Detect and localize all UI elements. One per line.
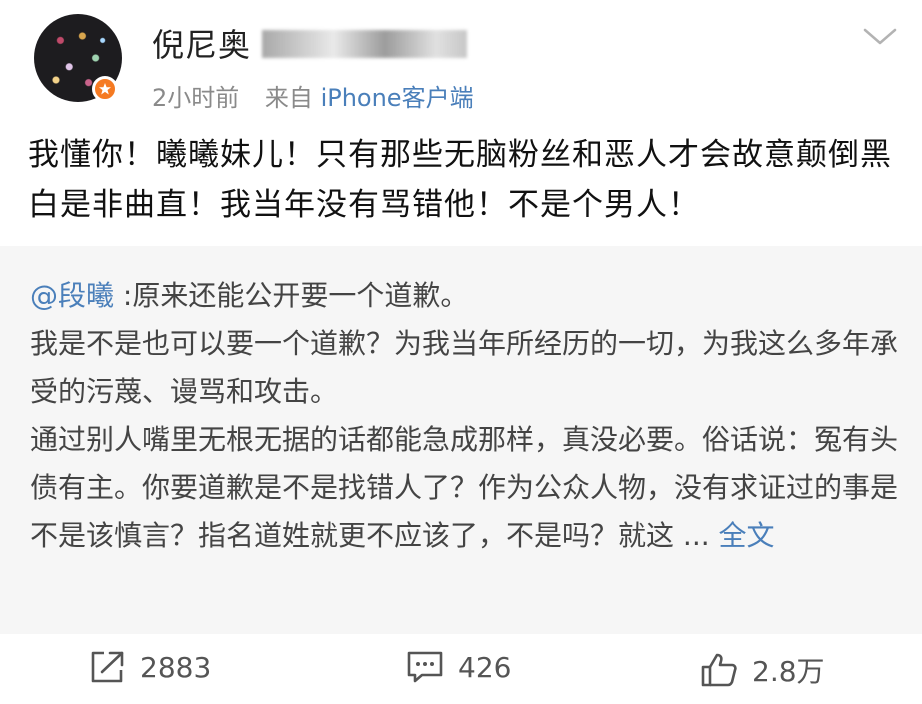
post-meta: 2小时前 来自 iPhone客户端	[152, 78, 474, 113]
ellipsis: ...	[674, 519, 719, 552]
repost-count: 2883	[140, 650, 212, 684]
verified-badge-icon	[92, 76, 118, 102]
redacted-name-blur	[262, 30, 467, 58]
like-button[interactable]: 2.8万	[700, 650, 825, 690]
like-count: 2.8万	[752, 655, 825, 688]
comment-count: 426	[458, 650, 512, 684]
post-time: 2小时前	[152, 84, 240, 112]
repost-paragraph-1: 我是不是也可以要一个道歉？为我当年所经历的一切，为我这么多年承受的污蔑、谩骂和攻…	[30, 327, 899, 408]
username[interactable]: 倪尼奥	[152, 20, 251, 66]
post-header: 倪尼奥 2小时前 来自 iPhone客户端	[0, 0, 922, 126]
repost-lead: :原来还能公开要一个道歉。	[114, 279, 469, 312]
thumbs-up-icon	[701, 653, 737, 687]
mention-link[interactable]: @段曦	[30, 279, 114, 312]
comment-button[interactable]: 426	[406, 650, 511, 684]
reposted-content[interactable]: @段曦 :原来还能公开要一个道歉。 我是不是也可以要一个道歉？为我当年所经历的一…	[0, 246, 922, 634]
chevron-down-icon[interactable]	[862, 24, 898, 48]
repost-body: @段曦 :原来还能公开要一个道歉。 我是不是也可以要一个道歉？为我当年所经历的一…	[30, 272, 900, 560]
share-icon	[91, 651, 124, 683]
source-prefix: 来自	[264, 84, 313, 112]
repost-button[interactable]: 2883	[90, 650, 211, 684]
comment-icon	[407, 651, 443, 683]
action-bar: 2883 426 2.8万	[0, 634, 922, 704]
read-more-link[interactable]: 全文	[719, 519, 775, 552]
repost-paragraph-2: 通过别人嘴里无根无据的话都能急成那样，真没必要。俗话说：冤有头债有主。你要道歉是…	[30, 416, 900, 560]
post-text: 我懂你！曦曦妹儿！只有那些无脑粉丝和恶人才会故意颠倒黑白是非曲直！我当年没有骂错…	[28, 137, 892, 223]
source-client[interactable]: iPhone客户端	[321, 84, 474, 112]
repost-line-1: @段曦 :原来还能公开要一个道歉。	[30, 272, 900, 320]
